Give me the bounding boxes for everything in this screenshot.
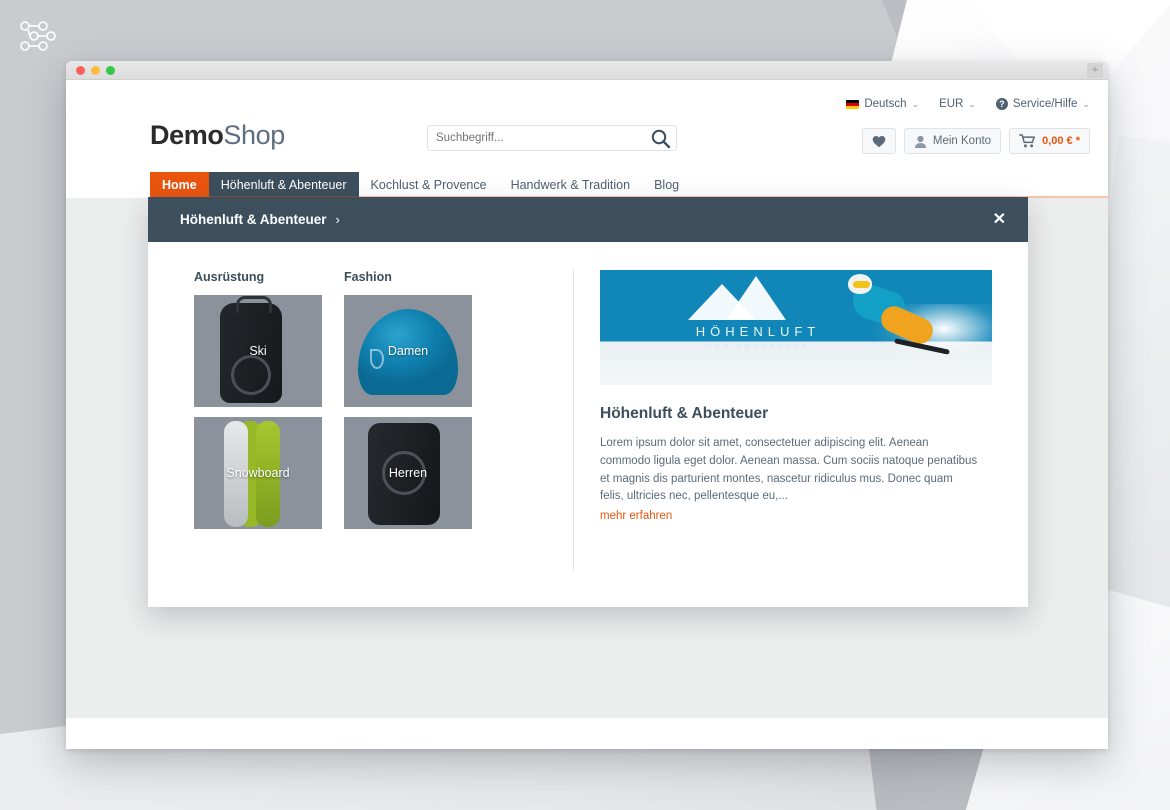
window-maximize-button[interactable] (106, 66, 115, 75)
nav-item-blog[interactable]: Blog (642, 172, 691, 198)
window-close-button[interactable] (76, 66, 85, 75)
flyout-title-text: Höhenluft & Abenteuer (180, 212, 327, 227)
header-actions: Mein Konto 0,00 € * (861, 128, 1090, 154)
cart-button[interactable]: 0,00 € * (1009, 128, 1090, 154)
teaser-text: Lorem ipsum dolor sit amet, consectetuer… (600, 437, 978, 503)
search-bar (427, 125, 677, 151)
chevron-down-icon: ⌄ (1082, 98, 1090, 109)
nav-item-home[interactable]: Home (150, 172, 209, 198)
tile-snowboard[interactable]: Snowboard (194, 417, 322, 529)
logo-bold-part: Demo (150, 120, 224, 150)
account-label: Mein Konto (932, 135, 992, 147)
chevron-right-icon: › (335, 212, 340, 227)
shop-header: Deutsch ⌄ EUR ⌄ ? Service/Hilfe ⌄ DemoSh… (66, 80, 1108, 172)
tile-label: Herren (388, 466, 428, 480)
heart-icon (872, 135, 886, 147)
nav-item-handwerk[interactable]: Handwerk & Tradition (499, 172, 643, 198)
main-navigation: Home Höhenluft & Abenteuer Kochlust & Pr… (150, 172, 1108, 198)
nav-item-kochlust[interactable]: Kochlust & Provence (359, 172, 499, 198)
column-heading: Fashion (344, 270, 392, 284)
shop-logo[interactable]: DemoShop (150, 120, 285, 151)
flyout-header: Höhenluft & Abenteuer › ✕ (148, 197, 1028, 242)
german-flag-icon (846, 99, 860, 109)
service-help-menu[interactable]: ? Service/Hilfe ⌄ (995, 98, 1090, 110)
mehr-erfahren-link[interactable]: mehr erfahren (600, 510, 672, 522)
category-column-fashion: Fashion Damen Herren (344, 270, 472, 607)
logo-light-part: Shop (223, 120, 285, 150)
node-graph-icon (20, 21, 56, 51)
currency-selector[interactable]: EUR ⌄ (939, 98, 976, 110)
window-resize-handle[interactable]: + (1087, 63, 1103, 78)
language-label: Deutsch (864, 98, 907, 110)
page-viewport: Deutsch ⌄ EUR ⌄ ? Service/Hilfe ⌄ DemoSh… (66, 80, 1108, 749)
currency-label: EUR (939, 98, 964, 110)
flyout-body: Ausrüstung Ski Snowboard Fashion Damen H… (148, 242, 1028, 607)
tile-label: Damen (387, 344, 429, 358)
megamenu-flyout: Höhenluft & Abenteuer › ✕ Ausrüstung Ski (148, 197, 1028, 607)
cart-amount: 0,00 € * (1042, 135, 1080, 147)
chevron-down-icon: ⌄ (911, 98, 920, 109)
utility-topbar: Deutsch ⌄ EUR ⌄ ? Service/Hilfe ⌄ (846, 98, 1090, 110)
tile-label: Ski (249, 344, 267, 358)
flyout-title-link[interactable]: Höhenluft & Abenteuer › (180, 212, 340, 227)
column-heading: Ausrüstung (194, 270, 265, 284)
language-selector[interactable]: Deutsch ⌄ (846, 98, 919, 110)
service-label: Service/Hilfe (1012, 98, 1078, 110)
chevron-down-icon: ⌄ (968, 98, 976, 109)
window-traffic-lights[interactable] (76, 66, 115, 75)
account-button[interactable]: Mein Konto (903, 128, 1002, 154)
search-icon[interactable] (650, 128, 672, 150)
nav-item-hoehenluft[interactable]: Höhenluft & Abenteuer (208, 172, 359, 198)
skier-mountain-banner[interactable]: HÖHENLUFT UND ABENTEUER (600, 270, 992, 385)
tile-label: Snowboard (226, 466, 290, 480)
browser-window: + Deutsch ⌄ EUR ⌄ ? Service/Hilfe ⌄ Demo… (66, 61, 1108, 749)
tile-damen[interactable]: Damen (344, 295, 472, 407)
mountain-peak-icon-2 (726, 276, 786, 320)
skier-figure (836, 272, 956, 368)
flyout-divider (573, 270, 574, 570)
window-titlebar: + (66, 61, 1108, 80)
close-icon[interactable]: ✕ (993, 211, 1006, 228)
question-mark-icon: ? (995, 98, 1008, 110)
wishlist-button[interactable] (861, 128, 896, 154)
tile-ski[interactable]: Ski (194, 295, 322, 407)
tile-herren[interactable]: Herren (344, 417, 472, 529)
banner-logo-line2: UND ABENTEUER (706, 342, 810, 351)
flyout-teaser: HÖHENLUFT UND ABENTEUER Höhenluft & Aben… (600, 270, 1028, 607)
teaser-title: Höhenluft & Abenteuer (600, 405, 769, 422)
user-icon (914, 135, 926, 148)
banner-logo-line1: HÖHENLUFT (695, 324, 821, 339)
flyout-categories: Ausrüstung Ski Snowboard Fashion Damen H… (148, 270, 573, 607)
category-column-ausruestung: Ausrüstung Ski Snowboard (194, 270, 322, 607)
shopping-cart-icon (1019, 134, 1036, 148)
search-input[interactable] (436, 126, 636, 150)
window-minimize-button[interactable] (91, 66, 100, 75)
